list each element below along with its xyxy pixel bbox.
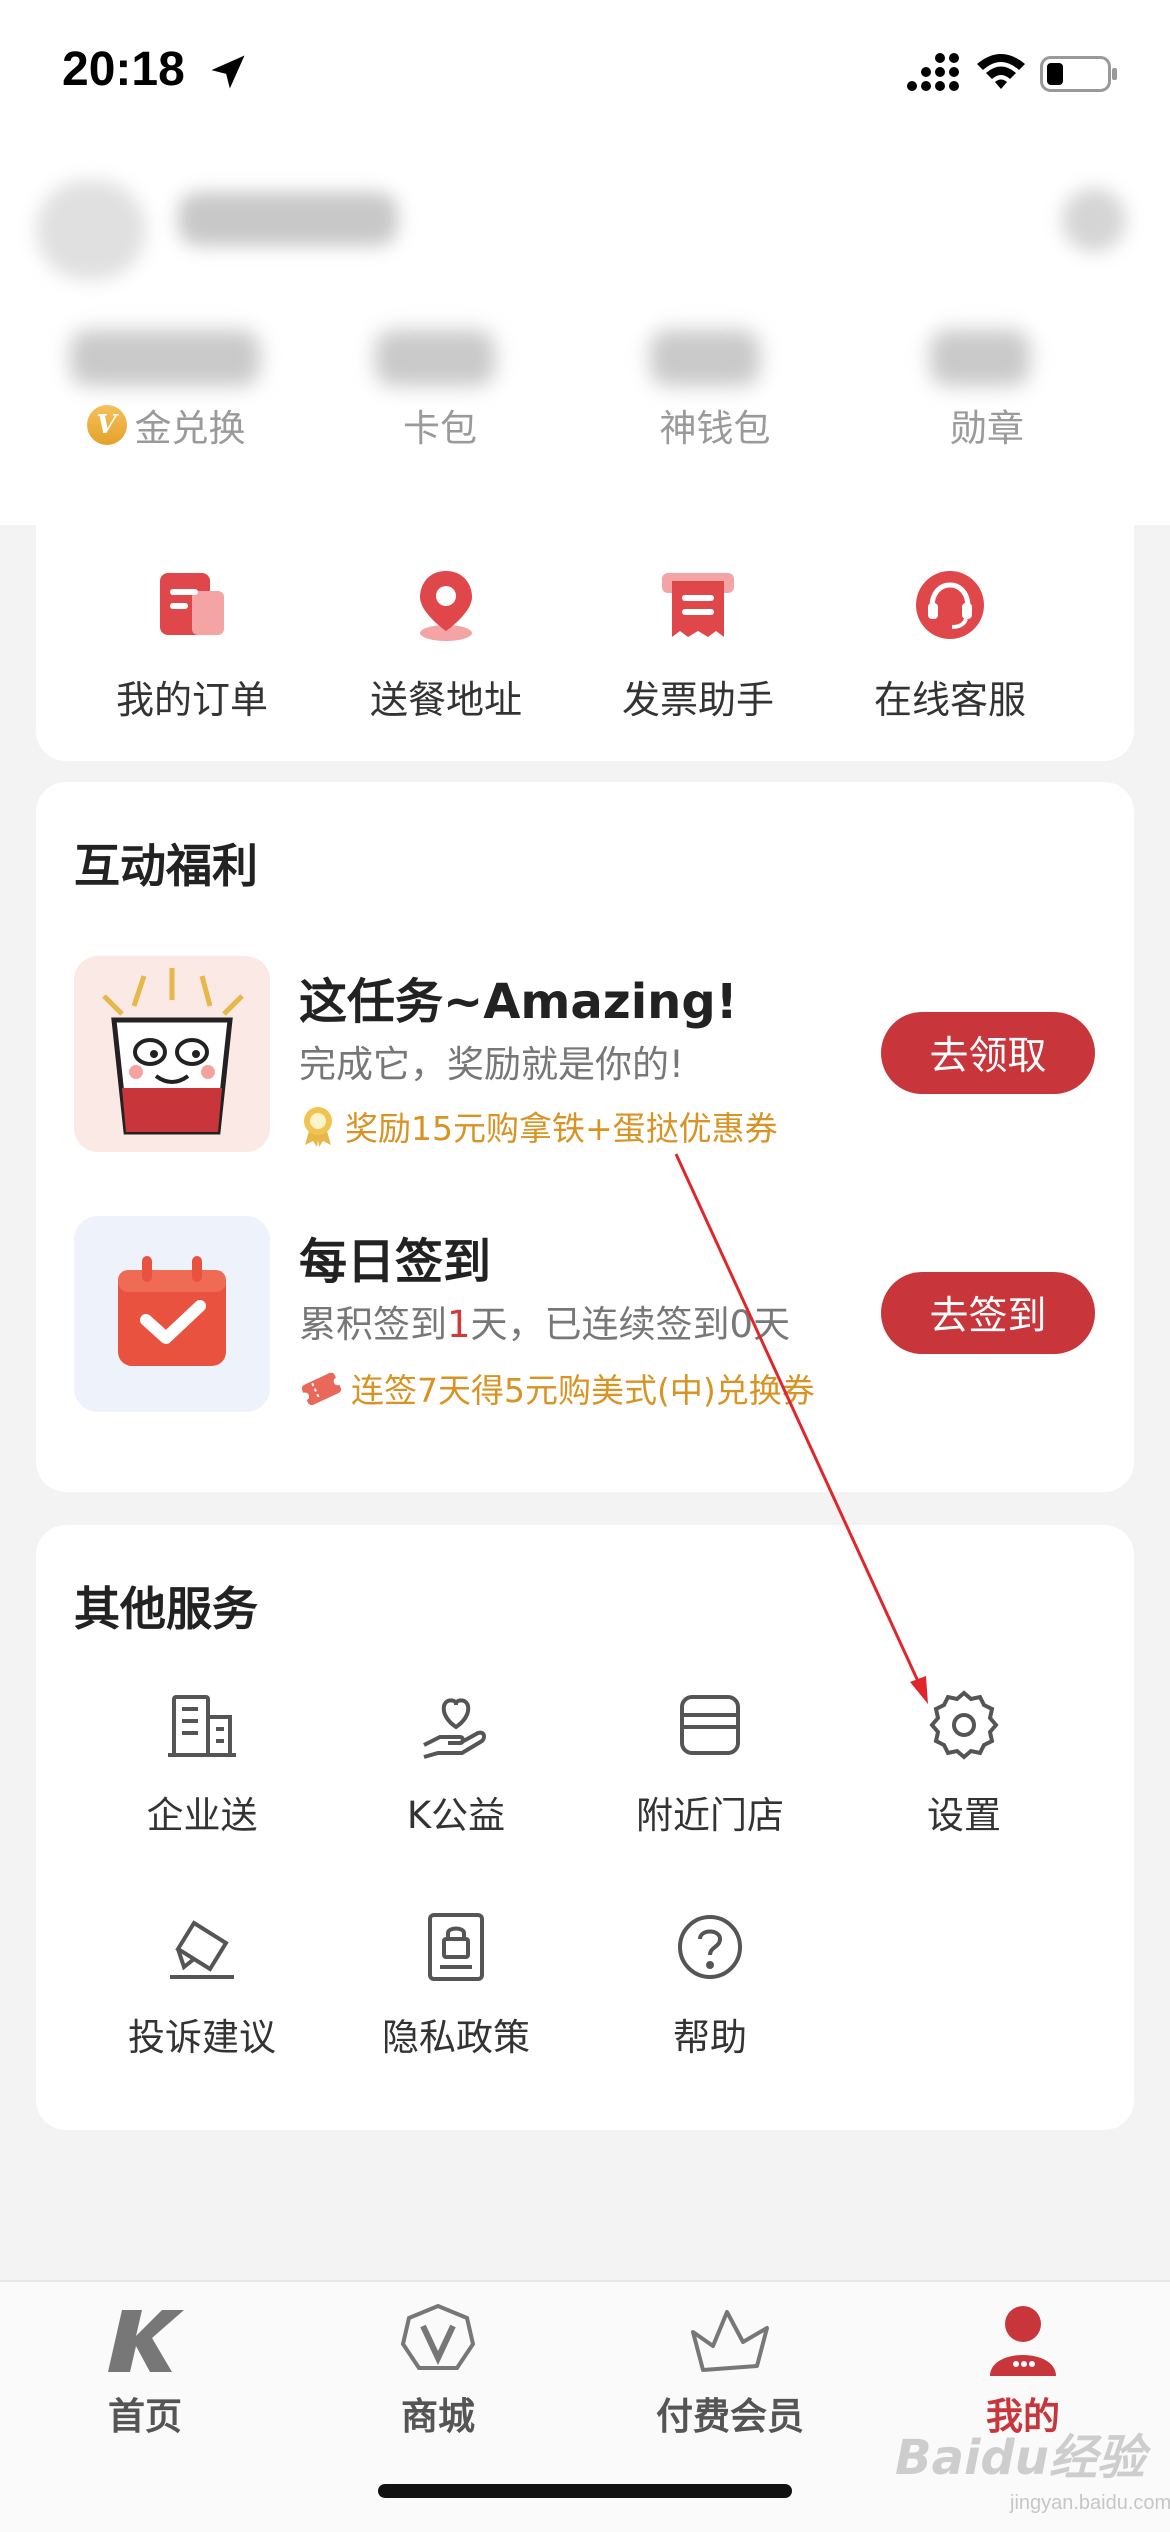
service-privacy[interactable]: 隐私政策 — [346, 1909, 566, 2061]
stat-label: 勋章 — [950, 407, 1024, 450]
task-reward-text: 奖励15元购拿铁+蛋挞优惠券 — [345, 1109, 778, 1148]
user-name — [178, 192, 398, 246]
task-description: 完成它，奖励就是你的! — [299, 1043, 684, 1086]
stat-wallet[interactable]: 神钱包 — [595, 400, 835, 450]
stat-gold-exchange[interactable]: V 金兑换 — [46, 400, 286, 450]
services-card: 其他服务 企业送 K公益 附近门店 设置 投诉建议 隐私政策 帮助 — [36, 1525, 1134, 2130]
crown-icon — [691, 2310, 769, 2372]
quick-item-label: 在线客服 — [873, 678, 1026, 722]
coupon-icon — [301, 1372, 342, 1406]
tab-membership[interactable]: 付费会员 — [630, 2302, 830, 2440]
service-nearby-stores[interactable]: 附近门店 — [600, 1687, 820, 1839]
stat-value — [70, 330, 260, 386]
profile-header: V 金兑换 卡包 神钱包 勋章 — [0, 140, 1170, 525]
home-indicator[interactable] — [378, 2484, 792, 2498]
location-pin-icon — [420, 571, 472, 641]
stat-label: 神钱包 — [659, 407, 771, 450]
service-label: 附近门店 — [636, 1794, 784, 1837]
mall-v-icon — [400, 2303, 476, 2370]
cup-mascot-icon — [74, 956, 270, 1152]
quick-actions-card: 我的订单 送餐地址 发票助手 在线客服 — [36, 525, 1134, 761]
service-charity[interactable]: K公益 — [346, 1687, 566, 1839]
service-label: 企业送 — [146, 1794, 258, 1837]
tab-label: 首页 — [108, 2395, 182, 2438]
task-reward-text: 连签7天得5元购美式(中)兑换券 — [351, 1371, 815, 1410]
home-k-icon — [108, 2310, 184, 2372]
charity-icon — [423, 1698, 487, 1759]
privacy-icon — [428, 1913, 484, 1981]
gear-icon — [929, 1690, 999, 1760]
cellular-signal-icon — [907, 53, 959, 91]
claim-reward-button[interactable]: 去领取 — [881, 1012, 1095, 1094]
avatar[interactable] — [36, 180, 146, 280]
desc-text: 天，已连续签到 — [470, 1303, 730, 1346]
stat-label: 卡包 — [403, 407, 477, 450]
signin-streak-count: 0 — [729, 1303, 754, 1346]
quick-item-label: 送餐地址 — [369, 678, 522, 722]
quick-item-service[interactable]: 在线客服 — [850, 565, 1050, 724]
task-thumbnail-calendar — [74, 1216, 270, 1412]
stat-label: 金兑换 — [134, 407, 246, 450]
stat-card-pack[interactable]: 卡包 — [320, 400, 560, 450]
quick-item-label: 我的订单 — [115, 678, 268, 722]
service-label: 设置 — [927, 1794, 1001, 1837]
task-description: 累积签到1天，已连续签到0天 — [299, 1294, 790, 1348]
tab-label: 商城 — [401, 2395, 475, 2438]
watermark-url: jingyan.baidu.com — [1010, 2492, 1170, 2514]
quick-item-label: 发票助手 — [621, 678, 774, 722]
wifi-icon — [977, 54, 1025, 89]
battery-icon — [1040, 56, 1117, 92]
stat-value — [650, 330, 760, 386]
service-label: K公益 — [406, 1794, 506, 1837]
desc-text: 天 — [753, 1303, 791, 1346]
stat-value — [930, 330, 1030, 386]
invoice-icon — [662, 573, 734, 637]
task-title: 这任务~Amazing! — [299, 974, 738, 1030]
task-title: 每日签到 — [299, 1234, 492, 1290]
feedback-icon — [170, 1920, 234, 1979]
help-icon — [678, 1915, 742, 1979]
header-action-icon[interactable] — [1062, 188, 1126, 252]
headset-icon — [916, 571, 984, 639]
stat-medals[interactable]: 勋章 — [867, 400, 1107, 450]
tab-home[interactable]: 首页 — [45, 2302, 245, 2440]
stat-value — [375, 330, 495, 386]
sign-in-button[interactable]: 去签到 — [881, 1272, 1095, 1354]
calendar-check-icon — [74, 1216, 270, 1412]
building-icon — [168, 1695, 236, 1757]
location-arrow-icon — [211, 55, 245, 89]
service-help[interactable]: 帮助 — [600, 1909, 820, 2061]
v-badge-icon: V — [86, 405, 127, 445]
store-icon — [680, 1695, 740, 1755]
tab-label: 付费会员 — [656, 2395, 804, 2438]
signin-total-count: 1 — [447, 1303, 471, 1346]
status-bar: 20:18 — [0, 0, 1170, 140]
service-label: 帮助 — [673, 2016, 747, 2059]
service-label: 投诉建议 — [128, 2016, 276, 2059]
task-reward: 奖励15元购拿铁+蛋挞优惠券 — [299, 1102, 778, 1150]
medal-icon — [304, 1107, 332, 1147]
tab-mall[interactable]: 商城 — [338, 2302, 538, 2440]
welfare-card: 互动福利 这任务~Amazing! 完成它，奖励就是你的! 奖励15元购拿铁+蛋… — [36, 782, 1134, 1492]
task-reward: 连签7天得5元购美式(中)兑换券 — [299, 1364, 815, 1412]
section-title-services: 其他服务 — [74, 1582, 258, 1636]
service-enterprise-delivery[interactable]: 企业送 — [92, 1687, 312, 1839]
service-feedback[interactable]: 投诉建议 — [92, 1909, 312, 2061]
desc-text: 累积签到 — [299, 1303, 447, 1346]
quick-item-address[interactable]: 送餐地址 — [346, 565, 546, 724]
section-title-welfare: 互动福利 — [74, 839, 258, 893]
quick-item-invoice[interactable]: 发票助手 — [598, 565, 798, 724]
service-label: 隐私政策 — [382, 2016, 530, 2059]
service-settings[interactable]: 设置 — [854, 1687, 1074, 1839]
order-icon — [160, 573, 224, 635]
quick-item-orders[interactable]: 我的订单 — [92, 565, 292, 724]
profile-icon — [990, 2306, 1056, 2376]
status-time: 20:18 — [62, 43, 185, 96]
task-thumbnail-cup — [74, 956, 270, 1152]
